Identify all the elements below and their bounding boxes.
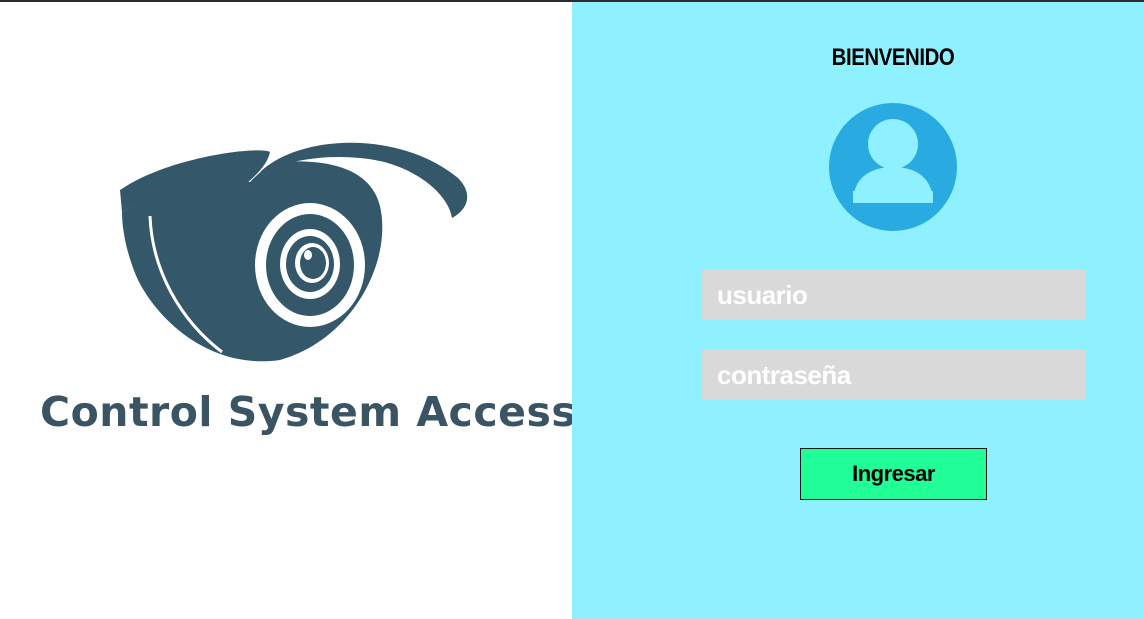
brand-panel: Control System Access — [0, 2, 576, 619]
user-avatar-icon — [829, 103, 957, 231]
app-window: Control System Access BIENVENIDO Ingresa… — [0, 0, 1144, 619]
login-button[interactable]: Ingresar — [800, 448, 987, 500]
username-input[interactable] — [702, 270, 1086, 320]
password-input[interactable] — [702, 350, 1086, 400]
welcome-title: BIENVENIDO — [831, 44, 955, 71]
brand-name: Control System Access — [40, 388, 577, 436]
security-camera-icon — [120, 142, 468, 362]
login-panel: BIENVENIDO Ingresar — [572, 2, 1144, 619]
